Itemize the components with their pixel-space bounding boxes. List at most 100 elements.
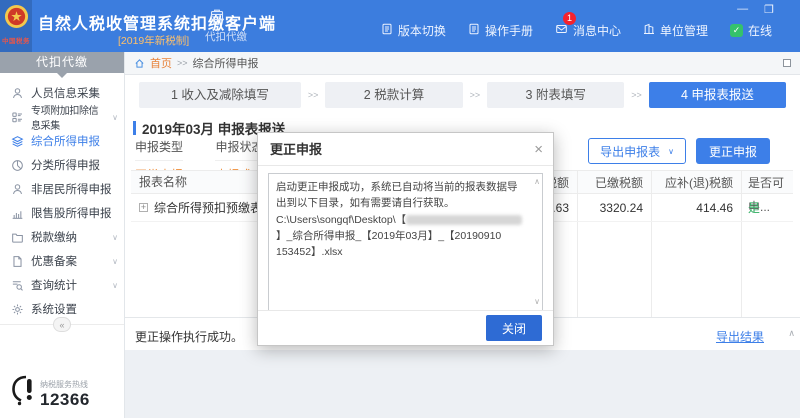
file-path-prefix: C:\Users\songqf\Desktop\【 (276, 214, 406, 226)
pie-chart-icon (11, 159, 24, 172)
breadcrumb: 首页 >> 综合所得申报 (125, 52, 800, 75)
gear-icon (11, 303, 24, 316)
sidebar-header: 代扣代缴 (0, 52, 124, 73)
redacted-company-name (406, 215, 522, 225)
step-tab-4[interactable]: 4 申报表报送 (649, 82, 786, 108)
step-separator: >> (470, 90, 481, 100)
app-window: 中国税务 自然人税收管理系统扣缴客户端 [2019年新税制] 代扣代缴 版本切换 (0, 0, 800, 418)
folder-icon (11, 231, 24, 244)
step-separator: >> (308, 90, 319, 100)
mail-icon (555, 23, 568, 38)
chevron-down-icon: ∨ (112, 281, 118, 290)
breadcrumb-separator: >> (177, 58, 188, 68)
filter-label: 申报类型 (135, 138, 183, 161)
person-icon (11, 87, 24, 100)
refund-tax-value: 414.46 (651, 194, 741, 221)
sidebar-item-restricted-stock[interactable]: 限售股所得申报 (0, 201, 124, 225)
report-name: 综合所得预扣预缴表 (154, 194, 262, 222)
message-center-button[interactable]: 1 消息中心 (555, 22, 621, 39)
chevron-down-icon: ∨ (112, 233, 118, 242)
correct-declaration-button[interactable]: 更正申报 (696, 138, 770, 164)
wallet-icon (209, 8, 265, 27)
step-tab-3[interactable]: 3 附表填写 (487, 82, 624, 108)
sidebar: 代扣代缴 人员信息采集 专项附加扣除信息采集 ∨ (0, 52, 125, 418)
manual-button[interactable]: 操作手册 (468, 22, 533, 39)
restore-button[interactable]: ❐ (764, 3, 774, 16)
hotline-logo-icon (10, 374, 36, 410)
hotline-number: 12366 (40, 390, 90, 409)
status-message: 更正操作执行成功。 (135, 328, 243, 345)
sidebar-collapse-button[interactable]: « (53, 317, 71, 332)
file-path-suffix: 】_综合所得申报_【2019年03月】_【20190910 153452】.xl… (276, 230, 501, 258)
sidebar-item-query-statistics[interactable]: 查询统计 ∨ (0, 273, 124, 297)
correction-modal: 更正申报 × ∧ 启动更正申报成功，系统已自动将当前的报表数据导出到以下目录，如… (257, 132, 554, 346)
document-icon (11, 255, 24, 268)
emblem-caption: 中国税务 (0, 35, 32, 45)
mode-indicator: 代扣代缴 (205, 8, 265, 45)
person-outline-icon (11, 183, 24, 196)
mode-label: 代扣代缴 (205, 31, 247, 43)
form-icon (11, 111, 24, 124)
sidebar-item-special-deduction[interactable]: 专项附加扣除信息采集 ∨ (0, 105, 124, 129)
modal-footer: 关闭 (258, 310, 553, 345)
paid-tax-value: 3320.24 (577, 194, 651, 221)
modal-close-button[interactable]: 关闭 (486, 315, 542, 341)
breadcrumb-home[interactable]: 首页 (150, 55, 172, 71)
action-buttons: 导出申报表 ∨ 更正申报 (588, 138, 770, 164)
version-switch-icon (381, 23, 393, 38)
sidebar-item-preference-filing[interactable]: 优惠备案 ∨ (0, 249, 124, 273)
modal-title: 更正申报 (270, 142, 322, 157)
chevron-down-icon: ∨ (112, 257, 118, 266)
message-badge: 1 (563, 12, 576, 25)
sidebar-item-tax-payment[interactable]: 税款缴纳 ∨ (0, 225, 124, 249)
unit-management-button[interactable]: 单位管理 (643, 22, 708, 39)
col-paid-tax: 已缴税额 (577, 171, 651, 193)
bar-chart-icon (11, 207, 24, 220)
panel-toggle-icon[interactable] (783, 59, 791, 67)
col-declarable: 是否可申... (741, 171, 793, 193)
sidebar-item-classified-income[interactable]: 分类所得申报 (0, 153, 124, 177)
export-declaration-button[interactable]: 导出申报表 ∨ (588, 138, 686, 164)
header-nav: 版本切换 操作手册 1 消息中心 (381, 22, 772, 39)
step-tab-2[interactable]: 2 税款计算 (325, 82, 462, 108)
col-refund-tax: 应补(退)税额 (651, 171, 741, 193)
scroll-down-icon[interactable]: ∨ (534, 296, 540, 308)
version-switch-button[interactable]: 版本切换 (381, 22, 446, 39)
step-tab-1[interactable]: 1 收入及减除填写 (139, 82, 301, 108)
building-icon (643, 23, 655, 38)
manual-icon (468, 23, 480, 38)
chevron-down-icon: ∨ (112, 113, 118, 122)
close-icon[interactable]: × (534, 133, 543, 166)
scroll-up-icon[interactable]: ∧ (534, 176, 540, 188)
sidebar-collapse-row: « (0, 324, 124, 325)
declarable-value: 是 (741, 194, 793, 221)
step-tabs: 1 收入及减除填写 >> 2 税款计算 >> 3 附表填写 >> 4 申报表报送 (139, 82, 786, 108)
sidebar-item-nonresident-income[interactable]: 非居民所得申报 (0, 177, 124, 201)
online-status[interactable]: ✓ 在线 (730, 22, 772, 39)
app-header: 中国税务 自然人税收管理系统扣缴客户端 [2019年新税制] 代扣代缴 版本切换 (0, 0, 800, 52)
title-accent-bar (133, 121, 136, 135)
tax-emblem-logo: 中国税务 (0, 0, 32, 52)
home-icon (134, 58, 145, 69)
bottom-background (125, 350, 800, 418)
sidebar-menu: 人员信息采集 专项附加扣除信息采集 ∨ 综合所得申报 (0, 81, 124, 321)
minimize-button[interactable]: — (737, 3, 748, 16)
breadcrumb-current: 综合所得申报 (193, 55, 259, 71)
window-controls: — ❐ (737, 3, 774, 16)
export-result-link[interactable]: 导出结果 (716, 328, 764, 345)
sidebar-item-comprehensive-income[interactable]: 综合所得申报 (0, 129, 124, 153)
modal-message: 启动更正申报成功，系统已自动将当前的报表数据导出到以下目录，如有需要请自行获取。 (276, 181, 518, 209)
modal-message-box: ∧ 启动更正申报成功，系统已自动将当前的报表数据导出到以下目录，如有需要请自行获… (268, 173, 543, 311)
expand-row-icon[interactable]: + (139, 203, 148, 212)
hotline-block: 纳税服务热线 12366 (10, 374, 90, 410)
app-subtitle: [2019年新税制] (118, 33, 189, 48)
chevron-down-icon: ∨ (668, 147, 674, 156)
layers-icon (11, 135, 24, 148)
scroll-up-icon[interactable]: ∧ (788, 328, 795, 339)
hotline-label: 纳税服务热线 (40, 379, 90, 390)
national-tax-emblem-icon (4, 4, 29, 29)
online-status-icon: ✓ (730, 24, 743, 37)
step-separator: >> (631, 90, 642, 100)
modal-title-bar: 更正申报 × (258, 133, 553, 166)
search-list-icon (11, 279, 24, 292)
